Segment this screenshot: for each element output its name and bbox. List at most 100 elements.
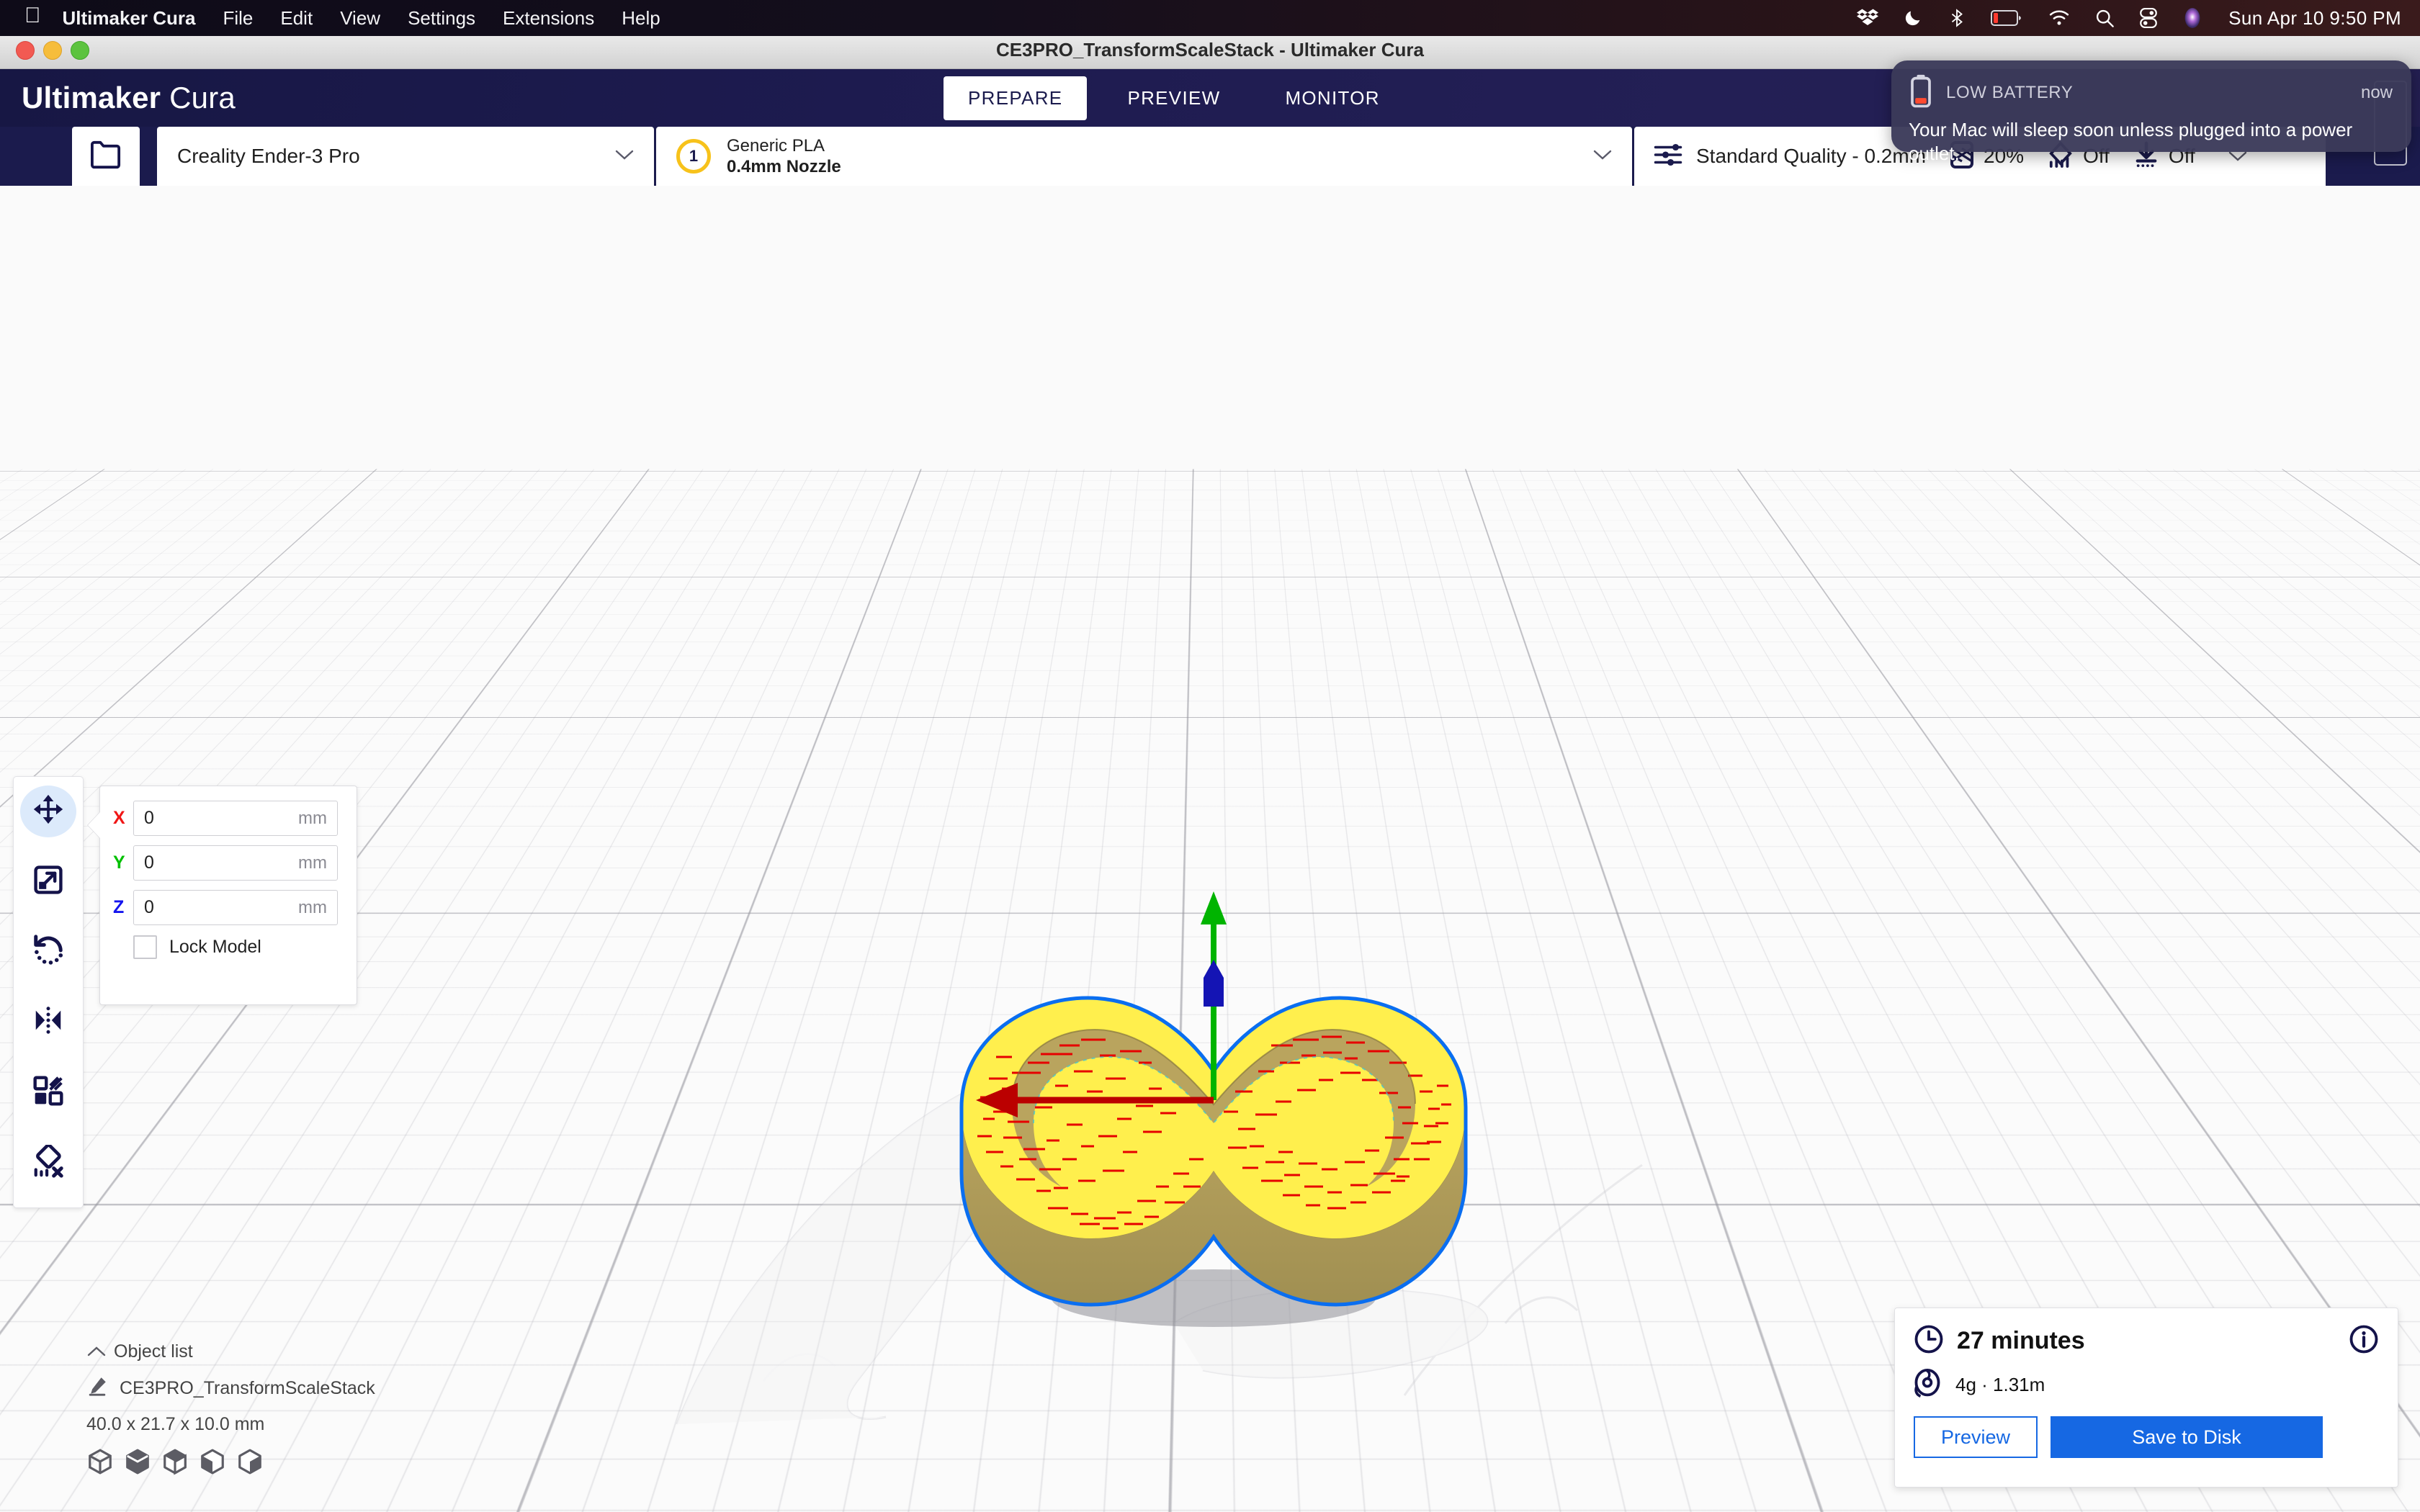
bluetooth-icon[interactable] <box>1948 8 1966 28</box>
mesh-type-icon <box>86 1375 114 1402</box>
object-list-panel: Object list CE3PRO_TransformScaleStack 4… <box>86 1341 375 1479</box>
close-button[interactable] <box>16 41 35 60</box>
scale-tool[interactable] <box>20 856 76 908</box>
print-actions: Preview Save to Disk <box>1914 1416 2379 1458</box>
material-info: Generic PLA 0.4mm Nozzle <box>727 135 841 178</box>
axis-row-x: X 0 mm <box>113 801 338 836</box>
menu-bar-status-area: Sun Apr 10 9:50 PM <box>1832 7 2420 30</box>
object-name: CE3PRO_TransformScaleStack <box>120 1378 375 1399</box>
support-blocker-icon <box>32 1145 65 1182</box>
menu-item-settings[interactable]: Settings <box>408 7 475 30</box>
lock-model-row[interactable]: Lock Model <box>133 935 338 959</box>
low-battery-notification[interactable]: LOW BATTERY now Your Mac will sleep soon… <box>1891 60 2411 152</box>
tool-strip <box>13 776 84 1208</box>
axis-label-x: X <box>113 808 133 829</box>
extruder-number-badge: 1 <box>676 139 711 174</box>
material-selector[interactable]: 1 Generic PLA 0.4mm Nozzle <box>656 127 1632 186</box>
menu-item-view[interactable]: View <box>340 7 380 30</box>
menu-item-file[interactable]: File <box>223 7 253 30</box>
per-model-settings-icon <box>32 1075 64 1110</box>
menu-item-edit[interactable]: Edit <box>280 7 313 30</box>
battery-low-icon <box>1909 73 1933 112</box>
cube-layers-icon[interactable] <box>199 1448 226 1479</box>
cura-logo: Ultimaker Cura <box>22 81 236 115</box>
move-z-value: 0 <box>144 897 154 918</box>
object-list-item[interactable]: CE3PRO_TransformScaleStack <box>86 1375 375 1402</box>
object-list-title: Object list <box>114 1341 193 1362</box>
axis-label-y: Y <box>113 852 133 873</box>
cura-app-window: CE3PRO_TransformScaleStack - Ultimaker C… <box>0 32 2420 1512</box>
battery-low-icon[interactable] <box>1991 9 2024 27</box>
notification-title: LOW BATTERY <box>1946 83 2073 103</box>
sliders-icon <box>1653 140 1683 174</box>
axis-row-z: Z 0 mm <box>113 890 338 925</box>
material-name: Generic PLA <box>727 135 841 156</box>
support-blocker-tool[interactable] <box>20 1137 76 1189</box>
print-info-card: 27 minutes 4g · 1.31m Preview Save to Di… <box>1894 1308 2398 1488</box>
chevron-up-icon[interactable] <box>86 1341 114 1363</box>
zoom-button[interactable] <box>71 41 89 60</box>
notification-time: now <box>2361 83 2393 103</box>
move-arrows-icon <box>32 793 64 829</box>
move-z-unit: mm <box>298 898 327 918</box>
move-tool[interactable] <box>20 786 76 837</box>
menu-bar-clock[interactable]: Sun Apr 10 9:50 PM <box>2228 7 2401 30</box>
cube-solid-icon[interactable] <box>124 1448 151 1479</box>
printer-selector[interactable]: Creality Ender-3 Pro <box>157 127 654 186</box>
move-y-input[interactable]: 0 mm <box>133 845 338 881</box>
chevron-down-icon <box>1593 149 1612 164</box>
preview-button[interactable]: Preview <box>1914 1416 2038 1458</box>
move-x-input[interactable]: 0 mm <box>133 801 338 836</box>
menu-item-ultimaker-cura[interactable]: Ultimaker Cura <box>63 7 196 30</box>
cube-outline-icon[interactable] <box>86 1448 114 1479</box>
axis-row-y: Y 0 mm <box>113 845 338 881</box>
control-center-icon[interactable] <box>2139 8 2158 28</box>
3d-viewport[interactable]: X 0 mm Y 0 mm Z 0 mm Lock Model Object l… <box>0 186 2420 1512</box>
material-usage-row: 4g · 1.31m <box>1914 1368 2379 1402</box>
logo-ultimaker: Ultimaker <box>22 81 161 114</box>
cube-shaded-icon[interactable] <box>236 1448 264 1479</box>
open-file-button[interactable] <box>72 127 140 186</box>
save-to-disk-button[interactable]: Save to Disk <box>2051 1416 2323 1458</box>
menu-item-extensions[interactable]: Extensions <box>503 7 594 30</box>
macos-menu-bar:  Ultimaker Cura File Edit View Settings… <box>0 0 2420 36</box>
rotate-tool[interactable] <box>20 926 76 978</box>
info-icon[interactable] <box>2349 1324 2379 1358</box>
nozzle-size: 0.4mm Nozzle <box>727 156 841 177</box>
menu-item-help[interactable]: Help <box>622 7 660 30</box>
dropbox-icon[interactable] <box>1857 7 1878 29</box>
window-controls <box>16 41 89 60</box>
mirror-tool[interactable] <box>20 996 76 1048</box>
minimize-button[interactable] <box>43 41 62 60</box>
rotate-icon <box>32 934 65 971</box>
axis-label-z: Z <box>113 897 133 918</box>
move-y-value: 0 <box>144 852 154 873</box>
move-z-input[interactable]: 0 mm <box>133 890 338 925</box>
window-title: CE3PRO_TransformScaleStack - Ultimaker C… <box>996 39 1424 61</box>
do-not-disturb-moon-icon[interactable] <box>1903 8 1923 28</box>
material-usage-value: 4g · 1.31m <box>1955 1374 2045 1396</box>
3d-model-ce3pro-transformscalestack[interactable] <box>933 971 1494 1345</box>
search-icon[interactable] <box>2094 8 2115 28</box>
object-list-header[interactable]: Object list <box>86 1341 375 1363</box>
lock-model-checkbox[interactable] <box>133 935 157 959</box>
printer-name: Creality Ender-3 Pro <box>177 145 360 168</box>
print-time-row: 27 minutes <box>1914 1324 2379 1358</box>
folder-open-icon <box>89 140 122 174</box>
cube-xray-icon[interactable] <box>161 1448 189 1479</box>
quality-profile-label: Standard Quality - 0.2mm <box>1696 145 1926 168</box>
main-tabs: PREPARE PREVIEW MONITOR <box>944 69 1404 127</box>
view-mode-icons <box>86 1448 375 1479</box>
mirror-icon <box>32 1004 65 1040</box>
move-x-value: 0 <box>144 808 154 829</box>
tab-prepare[interactable]: PREPARE <box>944 76 1087 120</box>
tab-monitor[interactable]: MONITOR <box>1260 76 1404 120</box>
filament-spool-icon <box>1914 1368 1941 1402</box>
per-model-settings-tool[interactable] <box>20 1067 76 1119</box>
siri-icon[interactable] <box>2182 7 2202 29</box>
object-dimensions: 40.0 x 21.7 x 10.0 mm <box>86 1414 375 1435</box>
clock-icon <box>1914 1324 1944 1358</box>
tab-preview[interactable]: PREVIEW <box>1103 76 1245 120</box>
apple-icon[interactable]:  <box>24 5 41 27</box>
wifi-icon[interactable] <box>2048 9 2070 27</box>
